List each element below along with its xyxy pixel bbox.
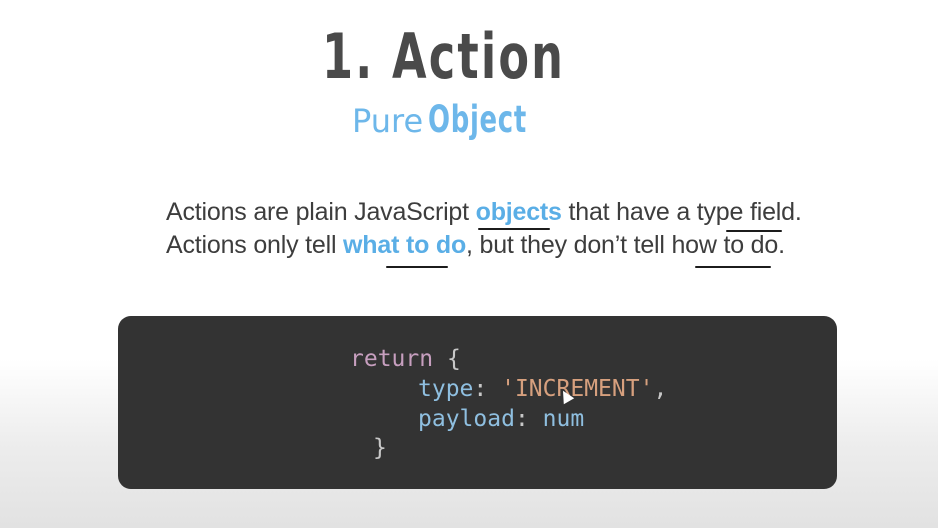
code-type-value: 'INCREMENT': [501, 376, 654, 402]
code-keyword-return: return: [350, 346, 434, 372]
code-type-key: type: [418, 376, 474, 402]
code-line-2: type: 'INCREMENT',: [418, 374, 667, 404]
line2-highlight: what to do: [343, 231, 467, 259]
code-payload-value: num: [542, 406, 585, 432]
underline-objects: [478, 228, 550, 230]
line2-after: , but they don’t tell how to do.: [466, 231, 785, 259]
code-line-4: }: [373, 433, 387, 463]
code-colon-2: :: [514, 406, 529, 432]
line2-before: Actions only tell: [166, 231, 344, 259]
subtitle-bold: Object: [428, 98, 528, 141]
code-comma: ,: [653, 376, 668, 402]
slide-title: 1. Action: [322, 20, 566, 93]
underline-what-to-do: [386, 266, 448, 268]
code-close-brace: }: [373, 435, 387, 461]
code-payload-key: payload: [418, 406, 515, 432]
slide-subtitle: Pure Object: [352, 98, 570, 141]
line1-after: that have a type field.: [561, 198, 802, 226]
code-colon-1: :: [473, 376, 488, 402]
code-line-1: return {: [350, 344, 461, 374]
line1-highlight: objects: [475, 198, 562, 226]
code-open-brace: {: [446, 346, 461, 372]
description-line-2: Actions only tell what to do, but they d…: [166, 231, 785, 260]
line1-before: Actions are plain JavaScript: [166, 198, 476, 226]
underline-field: [726, 230, 782, 232]
subtitle-plain: Pure: [352, 102, 424, 140]
code-line-3: payload: num: [418, 404, 584, 434]
underline-how-to-do: [695, 266, 771, 268]
description-line-1: Actions are plain JavaScript objects tha…: [166, 198, 802, 227]
